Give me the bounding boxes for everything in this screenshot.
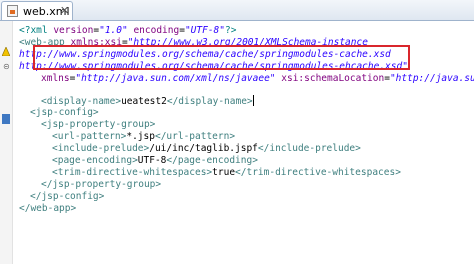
- tag-url-pattern-close: </url-pattern>: [154, 131, 236, 142]
- code-line-6: <display-name>ueatest2</display-name>: [41, 95, 254, 107]
- tag-display-name-open: <display-name>: [41, 96, 122, 107]
- attr-xmlns: xmlns: [41, 73, 70, 84]
- url-pattern-value: *.jsp: [126, 131, 155, 142]
- tag-jsp-property-group-open: <jsp-property-group>: [41, 119, 156, 130]
- value-encoding: "UTF-8": [184, 25, 225, 36]
- xml-editor[interactable]: <?xml version="1.0" encoding="UTF-8"?> <…: [19, 21, 474, 264]
- tag-page-encoding-close: </page-encoding>: [166, 155, 258, 166]
- xml-decl-close: ?>: [224, 25, 237, 36]
- tag-include-prelude-open: <include-prelude>: [52, 143, 150, 154]
- code-line-15: </web-app>: [19, 203, 76, 215]
- value-schema-location: "http://java.sun.com/xml/n: [389, 73, 474, 84]
- xml-decl-open: <?xml: [19, 25, 48, 36]
- include-prelude-value: /ui/inc/taglib.jspf: [149, 143, 258, 154]
- warning-icon[interactable]: [2, 47, 10, 56]
- attr-encoding: encoding: [127, 25, 180, 36]
- value-xmlns: "http://java.sun.com/xml/ns/javaee": [75, 73, 276, 84]
- code-line-13: </jsp-property-group>: [41, 179, 161, 191]
- tag-url-pattern-open: <url-pattern>: [52, 131, 127, 142]
- tab-web-xml[interactable]: web.xml ✕: [1, 1, 73, 20]
- attr-schema-location: xsi:schemaLocation: [275, 73, 385, 84]
- editor-tab-bar: web.xml ✕: [0, 0, 474, 21]
- code-line-5: xmlns="http://java.sun.com/xml/ns/javaee…: [41, 73, 474, 85]
- tag-include-prelude-close: </include-prelude>: [257, 143, 361, 154]
- code-line-12: <trim-directive-whitespaces>true</trim-d…: [52, 167, 401, 179]
- code-line-9: <url-pattern>*.jsp</url-pattern>: [52, 131, 235, 143]
- tag-jsp-property-group-close: </jsp-property-group>: [41, 179, 162, 190]
- tag-display-name-close: </display-name>: [166, 96, 253, 107]
- fold-icon[interactable]: ⊝: [3, 62, 10, 71]
- close-icon[interactable]: ✕: [60, 4, 69, 17]
- trim-whitespaces-value: true: [212, 167, 236, 178]
- text-cursor: [252, 95, 254, 106]
- code-line-11: <page-encoding>UTF-8</page-encoding>: [52, 155, 258, 167]
- editor-ruler: ⊝: [0, 21, 13, 264]
- code-line-1: <?xml version="1.0" encoding="UTF-8"?>: [19, 25, 236, 37]
- tag-page-encoding-open: <page-encoding>: [52, 155, 138, 166]
- code-line-7: <jsp-config>: [30, 107, 99, 119]
- tag-jsp-config-close: </jsp-config>: [30, 191, 105, 202]
- xml-file-icon: [7, 5, 18, 17]
- page-encoding-value: UTF-8: [137, 155, 167, 166]
- code-line-8: <jsp-property-group>: [41, 119, 155, 131]
- code-line-10: <include-prelude>/ui/inc/taglib.jspf</in…: [52, 143, 361, 155]
- bookmark-icon[interactable]: [2, 114, 10, 124]
- value-version: "1.0": [99, 25, 128, 36]
- code-line-14: </jsp-config>: [30, 191, 104, 203]
- tag-trim-whitespaces-open: <trim-directive-whitespaces>: [52, 167, 213, 178]
- tag-web-app-close: </web-app>: [19, 203, 77, 214]
- attr-version: version: [47, 25, 94, 36]
- display-name-value: ueatest2: [121, 96, 167, 107]
- tag-jsp-config-open: <jsp-config>: [30, 107, 99, 118]
- highlight-box: [33, 45, 410, 70]
- tag-trim-whitespaces-close: </trim-directive-whitespaces>: [235, 167, 401, 178]
